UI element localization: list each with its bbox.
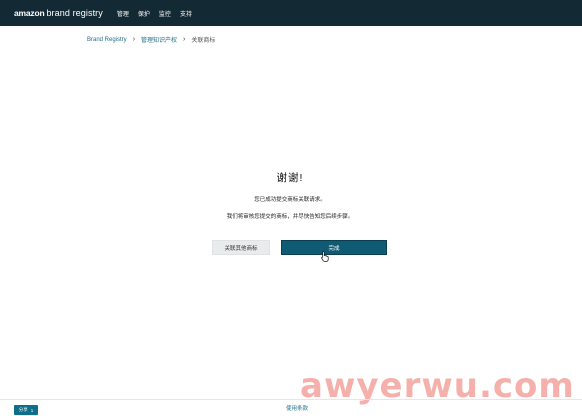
- chevron-right-icon: ›: [132, 36, 136, 43]
- nav-item-protect[interactable]: 保护: [138, 9, 150, 18]
- terms-of-use-link[interactable]: 使用条款: [286, 404, 308, 412]
- confirmation-title: 谢谢!: [276, 172, 304, 184]
- breadcrumb-home[interactable]: Brand Registry: [87, 37, 127, 43]
- done-button[interactable]: 完成: [281, 240, 387, 255]
- brand-registry-logo[interactable]: amazon brand registry: [14, 8, 103, 18]
- logo-brand-text: brand registry: [46, 8, 103, 18]
- nav-item-manage[interactable]: 管理: [117, 9, 129, 18]
- share-label: 分享: [18, 407, 28, 412]
- nav-item-support[interactable]: 支持: [180, 9, 192, 18]
- logo-amazon-text: amazon: [14, 8, 45, 18]
- breadcrumb-current: 关联商标: [191, 38, 216, 44]
- chevron-right-icon: ›: [183, 36, 186, 43]
- breadcrumb-manage-ip[interactable]: 管理知识产权: [141, 35, 177, 44]
- breadcrumb: Brand Registry › 管理知识产权 › 关联商标: [87, 35, 215, 44]
- footer-divider: [0, 399, 582, 400]
- confirmation-panel: 谢谢! 您已成功提交商标关联请求。 我们将审核您提交的商标，并尽快告知您后续步骤…: [160, 170, 420, 220]
- share-count: 1: [30, 407, 34, 413]
- watermark-text: awyerwu.com: [300, 366, 575, 406]
- nav-item-monitor[interactable]: 监控: [159, 9, 171, 18]
- confirmation-message: 您已成功提交商标关联请求。: [254, 197, 326, 203]
- confirmation-next-steps: 我们将审核您提交的商标，并尽快告知您后续步骤。: [226, 214, 354, 220]
- top-navigation-bar: amazon brand registry 管理 保护 监控 支持: [0, 0, 582, 26]
- link-another-trademark-button[interactable]: 关联其他商标: [212, 240, 270, 255]
- share-button[interactable]: 分享 1: [14, 405, 38, 415]
- hand-cursor-icon: [321, 251, 329, 262]
